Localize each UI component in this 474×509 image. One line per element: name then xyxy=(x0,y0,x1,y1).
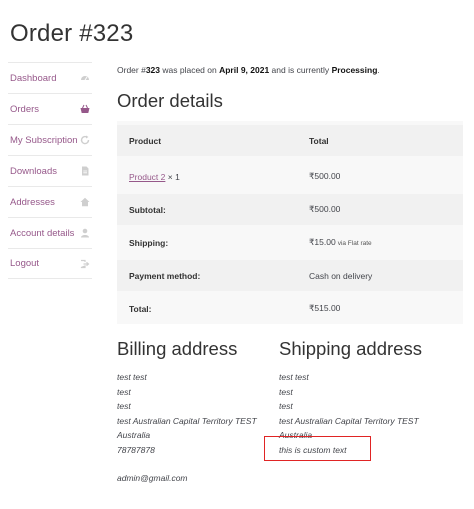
address-line: test xyxy=(117,386,131,397)
nav-item-my-subscription[interactable]: My Subscription xyxy=(8,124,92,155)
user-icon xyxy=(79,228,90,239)
product-total: ₹500.00 xyxy=(309,171,341,181)
total-value: ₹515.00 xyxy=(309,303,341,313)
shipping-label: Shipping: xyxy=(129,237,169,248)
nav-item-label: Account details xyxy=(10,227,75,239)
product-quantity: × 1 xyxy=(165,171,180,182)
total-label: Total: xyxy=(129,303,152,314)
logout-icon xyxy=(79,258,90,269)
nav-item-addresses[interactable]: Addresses xyxy=(8,186,92,217)
highlight-box xyxy=(264,436,371,461)
intro-text: and is currently xyxy=(269,65,332,75)
product-link[interactable]: Product 2 xyxy=(129,172,165,182)
nav-item-dashboard[interactable]: Dashboard xyxy=(8,62,92,93)
home-icon xyxy=(79,197,90,208)
order-details-table: Product Total Product 2 × 1 ₹500.00 Subt… xyxy=(117,121,463,324)
account-navigation: Dashboard Orders My Subscription Downloa… xyxy=(8,62,92,279)
subtotal-label: Subtotal: xyxy=(129,204,166,215)
address-email: admin@gmail.com xyxy=(117,473,188,483)
table-row: Total: ₹515.00 xyxy=(117,293,463,324)
nav-item-logout[interactable]: Logout xyxy=(8,248,92,279)
billing-address: test test test test test Australian Capi… xyxy=(117,370,257,486)
payment-method-label: Payment method: xyxy=(129,270,201,281)
order-details-title: Order details xyxy=(117,90,223,111)
order-date: April 9, 2021 xyxy=(219,65,270,75)
billing-address-title: Billing address xyxy=(117,338,238,359)
intro-text: was placed on xyxy=(160,65,220,75)
subtotal-value: ₹500.00 xyxy=(309,204,341,214)
address-line: test xyxy=(279,386,293,397)
dashboard-icon xyxy=(79,73,90,84)
table-header-row: Product Total xyxy=(117,125,463,156)
address-line: test test xyxy=(117,372,147,382)
table-row: Subtotal: ₹500.00 xyxy=(117,194,463,225)
file-icon xyxy=(79,166,90,177)
shipping-method: via Flat rate xyxy=(337,240,372,247)
address-line: test Australian Capital Territory TEST xyxy=(117,415,257,426)
shipping-address-title: Shipping address xyxy=(279,338,422,359)
nav-item-label: Orders xyxy=(10,103,40,115)
order-status: Processing xyxy=(331,65,378,75)
address-phone: 78787878 xyxy=(117,444,155,455)
order-number: 323 xyxy=(145,65,161,75)
table-row: Product 2 × 1 ₹500.00 xyxy=(117,161,463,192)
order-intro: Order #323 was placed on April 9, 2021 a… xyxy=(117,65,380,75)
nav-item-label: Downloads xyxy=(10,165,57,177)
address-line: test Australian Capital Territory TEST xyxy=(279,415,419,426)
product-cell: Product 2 × 1 xyxy=(129,172,180,182)
address-line: Australia xyxy=(117,430,151,440)
table-row: Payment method: Cash on delivery xyxy=(117,260,463,291)
total-column-header: Total xyxy=(309,135,329,146)
page-title: Order #323 xyxy=(10,20,134,47)
nav-item-label: Logout xyxy=(10,258,40,269)
nav-item-orders[interactable]: Orders xyxy=(8,93,92,124)
nav-item-label: My Subscription xyxy=(10,134,78,146)
table-row: Shipping: ₹15.00 via Flat rate xyxy=(117,227,463,258)
shipping-cell: ₹15.00 via Flat rate xyxy=(309,237,372,248)
product-column-header: Product xyxy=(129,135,162,146)
intro-prefix: Order # xyxy=(117,65,146,75)
address-line: test xyxy=(279,401,293,411)
nav-item-label: Addresses xyxy=(10,196,55,208)
refresh-icon xyxy=(79,135,90,146)
shipping-value: ₹15.00 xyxy=(309,237,336,247)
nav-item-label: Dashboard xyxy=(10,72,57,84)
nav-item-downloads[interactable]: Downloads xyxy=(8,155,92,186)
intro-suffix: . xyxy=(377,65,380,75)
nav-item-account-details[interactable]: Account details xyxy=(8,217,92,248)
payment-method-value: Cash on delivery xyxy=(309,270,373,281)
address-line: test test xyxy=(279,372,309,382)
basket-icon xyxy=(79,104,90,115)
address-line: test xyxy=(117,401,131,411)
